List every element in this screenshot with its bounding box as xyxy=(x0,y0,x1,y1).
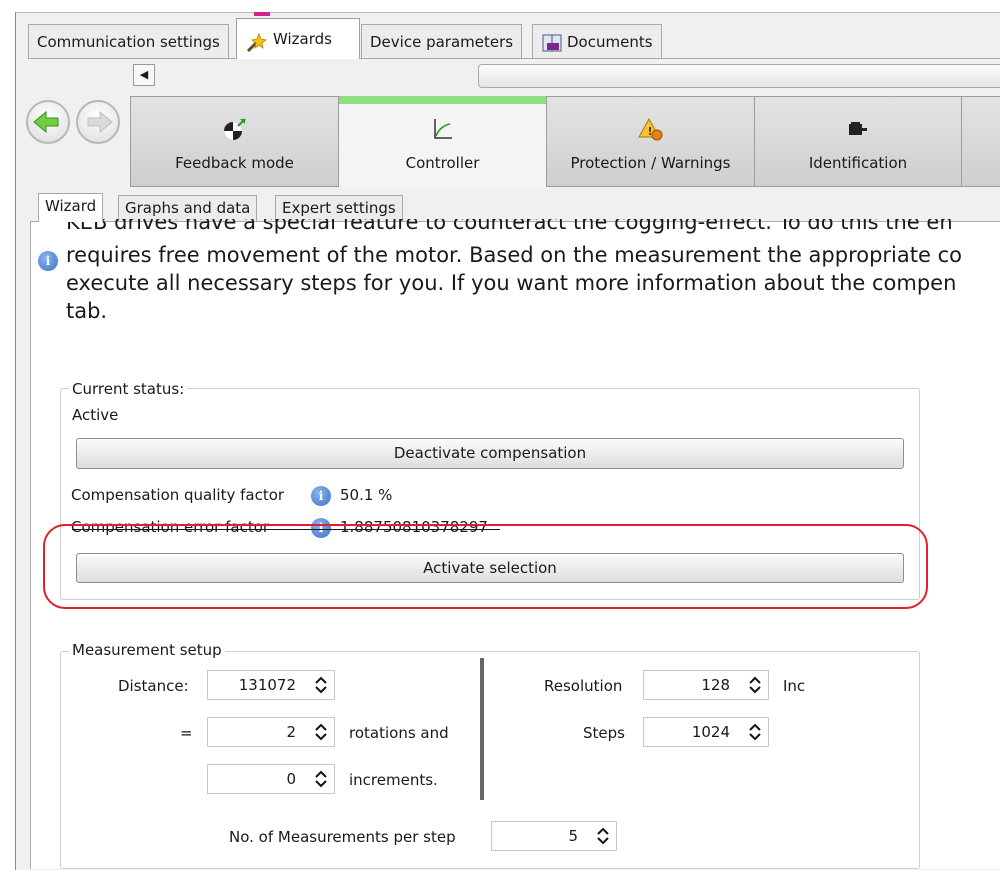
tab-label: Wizards xyxy=(273,30,332,48)
subtab-label: Expert settings xyxy=(282,199,396,217)
wizard-step-feedback-mode[interactable]: Feedback mode xyxy=(130,96,338,187)
spin-arrows-icon[interactable] xyxy=(314,721,328,743)
tab-accent-mark xyxy=(254,12,270,16)
info-line: execute all necessary steps for you. If … xyxy=(66,271,957,295)
wizard-step-identification[interactable]: Identification xyxy=(754,96,962,187)
subtab-label: Graphs and data xyxy=(125,199,251,217)
warning-triangle-icon: ! xyxy=(547,116,754,142)
back-arrow-icon xyxy=(33,110,59,134)
measurement-setup-title: Measurement setup xyxy=(69,641,225,659)
tab-label: Communication settings xyxy=(37,33,220,51)
scroll-left-button[interactable]: ◀ xyxy=(133,64,155,86)
button-label: Deactivate compensation xyxy=(393,444,587,462)
resolution-label: Resolution xyxy=(544,677,623,695)
info-description: KEB drives have a special feature to cou… xyxy=(66,219,1000,344)
active-step-indicator xyxy=(339,96,546,104)
steps-label: Steps xyxy=(583,724,625,742)
resolution-unit: Inc xyxy=(783,677,806,695)
spin-value: 1024 xyxy=(691,723,730,741)
feedback-encoder-icon xyxy=(131,116,338,142)
subtab-label: Wizard xyxy=(45,197,97,215)
spin-arrows-icon[interactable] xyxy=(748,721,762,743)
distance-label: Distance: xyxy=(118,677,189,695)
steps-spinbox[interactable]: 1024 xyxy=(643,717,769,747)
increments-label: increments. xyxy=(349,771,438,789)
subtab-expert-settings[interactable]: Expert settings xyxy=(275,195,403,221)
equals-label: = xyxy=(180,724,193,742)
highlight-annotation xyxy=(43,524,928,609)
tab-communication-settings[interactable]: Communication settings xyxy=(28,24,229,58)
quality-factor-value: 50.1 % xyxy=(340,486,393,504)
spin-arrows-icon[interactable] xyxy=(314,768,328,790)
spin-arrows-icon[interactable] xyxy=(596,825,610,847)
step-label: Protection / Warnings xyxy=(570,154,731,172)
info-line: requires free movement of the motor. Bas… xyxy=(66,243,962,267)
wizard-wand-icon xyxy=(245,29,267,52)
rotations-label: rotations and xyxy=(349,724,449,742)
tab-label: Documents xyxy=(567,33,653,51)
motor-icon xyxy=(755,116,961,142)
spin-value: 5 xyxy=(568,827,578,845)
spin-value: 131072 xyxy=(238,676,296,694)
subtab-graphs-and-data[interactable]: Graphs and data xyxy=(118,195,258,221)
rotations-spinbox[interactable]: 2 xyxy=(207,717,335,747)
info-icon: i xyxy=(38,251,58,271)
step-label: Controller xyxy=(405,154,480,172)
horizontal-scrollbar[interactable] xyxy=(478,64,1000,88)
forward-button[interactable] xyxy=(76,100,120,144)
tab-device-parameters[interactable]: Device parameters xyxy=(361,24,523,58)
wizard-step-controller[interactable]: Controller xyxy=(338,96,546,187)
quality-factor-label: Compensation quality factor xyxy=(71,486,285,504)
measurements-per-step-spinbox[interactable]: 5 xyxy=(491,821,617,851)
spin-value: 2 xyxy=(286,723,296,741)
back-button[interactable] xyxy=(26,100,70,144)
deactivate-compensation-button[interactable]: Deactivate compensation xyxy=(76,438,904,469)
current-status-title: Current status: xyxy=(69,380,188,398)
status-value: Active xyxy=(72,406,119,424)
wizard-step-protection-warnings[interactable]: ! Protection / Warnings xyxy=(546,96,754,187)
keb-book-icon xyxy=(541,32,563,54)
step-label: Identification xyxy=(808,154,908,172)
spin-value: 0 xyxy=(286,770,296,788)
controller-curve-icon xyxy=(339,116,546,142)
tab-wizards[interactable]: Wizards xyxy=(236,18,360,59)
tab-documents[interactable]: Documents xyxy=(532,24,662,58)
info-line: tab. xyxy=(66,299,108,323)
distance-spinbox[interactable]: 131072 xyxy=(207,670,335,700)
quality-info-icon[interactable]: i xyxy=(311,486,331,506)
forward-arrow-icon xyxy=(87,110,113,134)
spin-arrows-icon[interactable] xyxy=(748,674,762,696)
step-label: Feedback mode xyxy=(175,154,294,172)
resolution-spinbox[interactable]: 128 xyxy=(643,670,769,700)
info-line: KEB drives have a special feature to cou… xyxy=(66,219,953,234)
subtab-wizard[interactable]: Wizard xyxy=(38,193,104,222)
tab-bar-divider xyxy=(28,58,1000,59)
vertical-separator xyxy=(480,658,484,800)
measurements-per-step-label: No. of Measurements per step xyxy=(229,828,456,846)
spin-arrows-icon[interactable] xyxy=(314,674,328,696)
spin-value: 128 xyxy=(701,676,730,694)
tab-label: Device parameters xyxy=(370,33,514,51)
increments-spinbox[interactable]: 0 xyxy=(207,764,335,794)
